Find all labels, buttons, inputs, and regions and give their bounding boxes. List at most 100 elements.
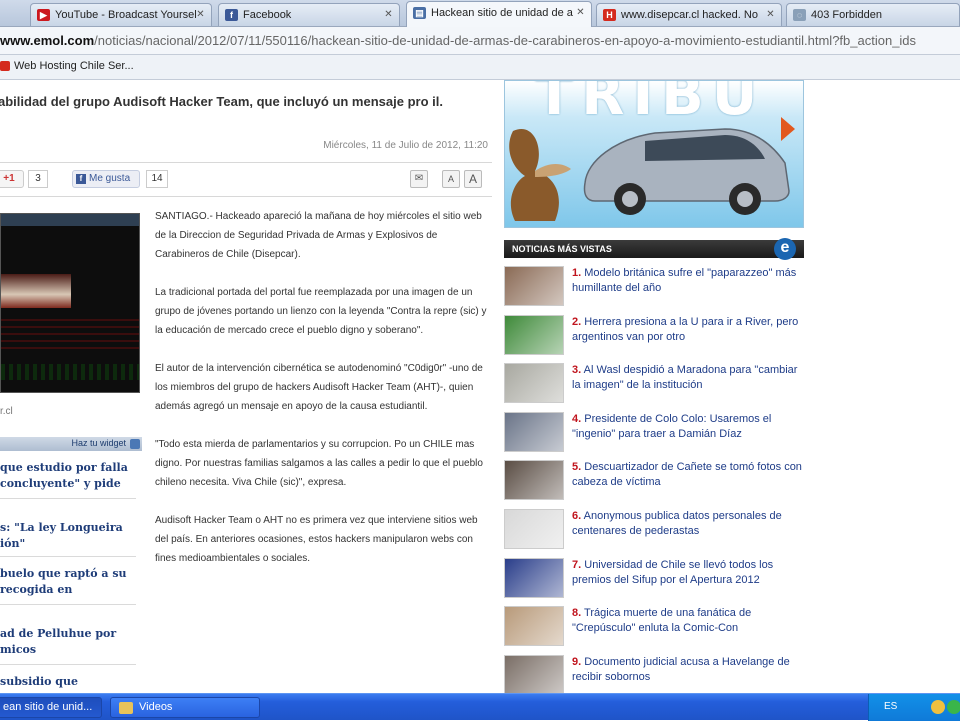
- most-viewed-link[interactable]: 4. Presidente de Colo Colo: Usaremos el …: [572, 412, 804, 442]
- google-plus-button[interactable]: +1: [0, 170, 24, 188]
- article-headline: abilidad del grupo Audisoft Hacker Team,…: [0, 94, 443, 109]
- rank-number: 8.: [572, 607, 582, 619]
- tab-youtube[interactable]: ▶ YouTube - Broadcast Yoursel ✕: [30, 3, 212, 26]
- rank-number: 3.: [572, 364, 582, 376]
- text-smaller-button[interactable]: A: [442, 170, 460, 188]
- news-thumbnail[interactable]: [504, 412, 564, 452]
- most-viewed-item[interactable]: 2. Herrera presiona a la U para ir a Riv…: [504, 315, 804, 359]
- envelope-icon[interactable]: ✉: [410, 170, 428, 188]
- news-thumbnail[interactable]: [504, 315, 564, 355]
- tab-label: Facebook: [243, 9, 292, 21]
- squirrel-image: [509, 129, 571, 221]
- browser-tab-strip: ▶ YouTube - Broadcast Yoursel ✕ f Facebo…: [0, 0, 960, 27]
- web-page: abilidad del grupo Audisoft Hacker Team,…: [0, 80, 960, 693]
- tab-article[interactable]: ▤ Hackean sitio de unidad de a ✕: [406, 1, 592, 27]
- related-news-link[interactable]: que estudio por falla concluyente" y pid…: [0, 460, 136, 492]
- close-icon[interactable]: ✕: [382, 8, 395, 21]
- ad-next-arrow-icon[interactable]: [781, 117, 795, 141]
- help-icon[interactable]: [931, 700, 945, 714]
- headline-text: Modelo británica sufre el "paparazzeo" m…: [572, 267, 797, 294]
- most-viewed-link[interactable]: 8. Trágica muerte de una fanática de "Cr…: [572, 606, 804, 636]
- headline-text: Universidad de Chile se llevó todos los …: [572, 559, 774, 586]
- most-viewed-item[interactable]: 8. Trágica muerte de una fanática de "Cr…: [504, 606, 804, 650]
- google-plus-count: 3: [28, 170, 48, 188]
- facebook-like-button[interactable]: f Me gusta: [72, 170, 140, 188]
- most-viewed-item[interactable]: 3. Al Wasl despidió a Maradona para "cam…: [504, 363, 804, 407]
- most-viewed-link[interactable]: 7. Universidad de Chile se llevó todos l…: [572, 558, 804, 588]
- article-paragraph: SANTIAGO.- Hackeado apareció la mañana d…: [155, 211, 482, 260]
- headline-text: Al Wasl despidió a Maradona para "cambia…: [572, 364, 798, 391]
- divider: [0, 196, 492, 197]
- close-icon[interactable]: ✕: [194, 8, 207, 21]
- most-viewed-item[interactable]: 9. Documento judicial acusa a Havelange …: [504, 655, 804, 693]
- rank-number: 9.: [572, 656, 582, 668]
- facebook-icon: f: [225, 9, 238, 21]
- news-thumbnail[interactable]: [504, 509, 564, 549]
- rank-number: 5.: [572, 461, 582, 473]
- rank-number: 2.: [572, 316, 582, 328]
- language-indicator[interactable]: ES: [884, 701, 897, 712]
- car-advertisement[interactable]: TRIBU: [504, 80, 804, 228]
- article-paragraph: El autor de la intervención cibernética …: [155, 363, 483, 412]
- taskbar-task-videos[interactable]: Videos: [110, 697, 260, 718]
- tab-forbidden[interactable]: ◌ 403 Forbidden: [786, 3, 960, 26]
- facebook-icon: f: [76, 174, 86, 184]
- document-icon: ▤: [413, 7, 426, 19]
- news-thumbnail[interactable]: [504, 460, 564, 500]
- related-news-link[interactable]: s: "La ley Longueira ión": [0, 520, 136, 552]
- tab-label: 403 Forbidden: [811, 9, 882, 21]
- most-viewed-item[interactable]: 7. Universidad de Chile se llevó todos l…: [504, 558, 804, 602]
- most-viewed-title: NOTICIAS MÁS VISTAS: [512, 244, 612, 254]
- most-viewed-item[interactable]: 1. Modelo británica sufre el "paparazzeo…: [504, 266, 804, 310]
- like-count: 14: [146, 170, 168, 188]
- rank-number: 1.: [572, 267, 582, 279]
- headline-text: Herrera presiona a la U para ir a River,…: [572, 316, 799, 343]
- most-viewed-item[interactable]: 5. Descuartizador de Cañete se tomó foto…: [504, 460, 804, 504]
- tab-label: YouTube - Broadcast Yoursel: [55, 9, 197, 21]
- divider: [0, 556, 136, 557]
- news-thumbnail[interactable]: [504, 558, 564, 598]
- most-viewed-link[interactable]: 9. Documento judicial acusa a Havelange …: [572, 655, 804, 685]
- tab-disepcar[interactable]: H www.disepcar.cl hacked. No ✕: [596, 3, 782, 26]
- headline-text: Documento judicial acusa a Havelange de …: [572, 656, 790, 683]
- news-thumbnail[interactable]: [504, 655, 564, 693]
- article-photo[interactable]: [0, 213, 140, 393]
- related-news-link[interactable]: subsidio que: [0, 674, 136, 690]
- news-thumbnail[interactable]: [504, 363, 564, 403]
- most-viewed-link[interactable]: 1. Modelo británica sufre el "paparazzeo…: [572, 266, 804, 296]
- most-viewed-link[interactable]: 5. Descuartizador de Cañete se tomó foto…: [572, 460, 804, 490]
- social-toolbar: +1 3 f Me gusta 14 ✉ A A: [0, 166, 492, 192]
- article-paragraph: La tradicional portada del portal fue re…: [155, 287, 487, 336]
- photo-banner: [1, 274, 71, 308]
- folder-icon: [119, 702, 133, 714]
- news-thumbnail[interactable]: [504, 266, 564, 306]
- car-image: [583, 128, 790, 215]
- news-thumbnail[interactable]: [504, 606, 564, 646]
- photo-header: [1, 214, 139, 226]
- tab-facebook[interactable]: f Facebook ✕: [218, 3, 400, 26]
- h-site-icon: H: [603, 9, 616, 21]
- widget-bar[interactable]: Haz tu widget: [0, 437, 142, 451]
- address-bar[interactable]: www.emol.com/noticias/nacional/2012/07/1…: [0, 27, 960, 55]
- taskbar-task-browser[interactable]: ean sitio de unid...: [0, 697, 102, 718]
- most-viewed-link[interactable]: 2. Herrera presiona a la U para ir a Riv…: [572, 315, 804, 345]
- most-viewed-item[interactable]: 6. Anonymous publica datos personales de…: [504, 509, 804, 553]
- close-icon[interactable]: ✕: [764, 8, 777, 21]
- close-icon[interactable]: ✕: [574, 6, 587, 19]
- most-viewed-link[interactable]: 6. Anonymous publica datos personales de…: [572, 509, 804, 539]
- related-news-link[interactable]: ad de Pelluhue por micos: [0, 626, 136, 658]
- article-paragraph: "Todo esta mierda de parlamentarios y su…: [155, 439, 483, 488]
- most-viewed-link[interactable]: 3. Al Wasl despidió a Maradona para "cam…: [572, 363, 804, 393]
- divider: [0, 604, 136, 605]
- system-tray: [868, 694, 960, 721]
- globe-icon: ◌: [793, 9, 806, 21]
- network-icon[interactable]: [947, 700, 960, 714]
- url-domain: www.emol.com: [0, 33, 95, 48]
- text-larger-button[interactable]: A: [464, 170, 482, 188]
- related-news-link[interactable]: buelo que raptó a su recogida en: [0, 566, 136, 598]
- bookmark-web-hosting[interactable]: Web Hosting Chile Ser...: [0, 60, 134, 72]
- photo-credit: r.cl: [0, 406, 13, 417]
- bookmark-icon: [0, 61, 10, 71]
- most-viewed-item[interactable]: 4. Presidente de Colo Colo: Usaremos el …: [504, 412, 804, 456]
- article-date: Miércoles, 11 de Julio de 2012, 11:20: [323, 140, 488, 151]
